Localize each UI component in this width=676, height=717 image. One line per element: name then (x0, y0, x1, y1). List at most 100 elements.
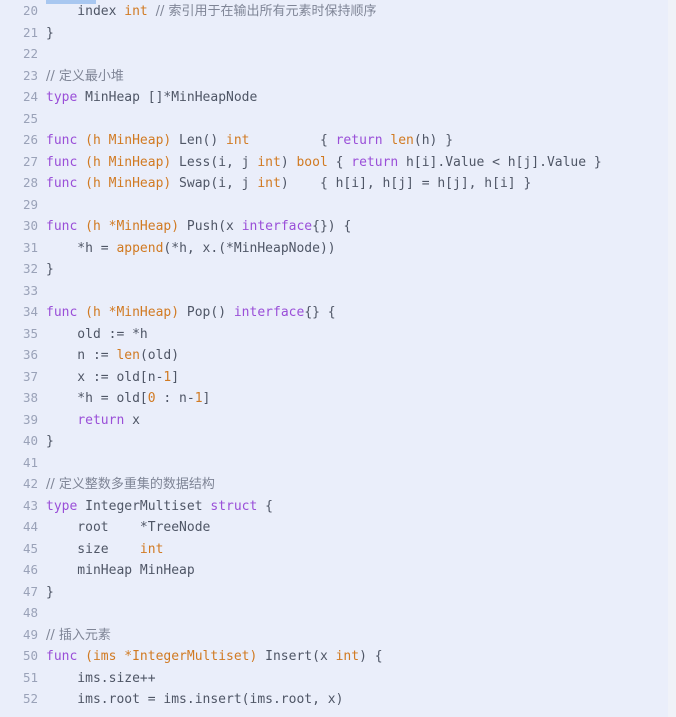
code-line-text[interactable]: x := old[n-1] (38, 367, 676, 389)
line-number: 44 (22, 519, 38, 534)
code-line[interactable]: 26 func (h MinHeap) Len() int { return le… (0, 129, 676, 151)
code-line-text[interactable]: minHeap MinHeap (38, 560, 676, 582)
code-line-text[interactable]: return x (38, 410, 676, 432)
code-line[interactable]: 48 (0, 602, 676, 624)
code-line-text[interactable]: root *TreeNode (38, 517, 676, 539)
token-plain: x (124, 412, 140, 428)
code-line[interactable]: 29 (0, 194, 676, 216)
token-plain: Swap(i, j (171, 176, 258, 191)
code-line[interactable]: 30 func (h *MinHeap) Push(x interface{}) … (0, 215, 676, 237)
code-line[interactable]: 44 root *TreeNode (0, 516, 676, 538)
token-kw: return (335, 133, 383, 148)
code-line[interactable]: 39 return x (0, 409, 676, 431)
token-builtin: append (116, 240, 164, 256)
token-type: (h MinHeap) (85, 154, 172, 170)
code-line-text[interactable]: // 插入元素 (38, 625, 676, 647)
code-line-text[interactable]: // 定义最小堆 (38, 66, 676, 88)
code-line[interactable]: 42 // 定义整数多重集的数据结构 (0, 473, 676, 495)
token-plain: Less(i, j (171, 154, 258, 170)
token-plain: *h = (46, 240, 117, 256)
code-line-text[interactable]: n := len(old) (38, 345, 676, 367)
code-line[interactable]: 51 ims.size++ (0, 667, 676, 689)
code-line[interactable]: 25 (0, 108, 676, 130)
line-number: 42 (22, 476, 38, 491)
code-line[interactable]: 24 type MinHeap []*MinHeapNode (0, 86, 676, 108)
token-plain: {} { (304, 305, 336, 320)
code-line-text[interactable]: func (h *MinHeap) Pop() interface{} { (38, 302, 676, 324)
code-lines-container[interactable]: 20 index int // 索引用于在输出所有元素时保持顺序 21} 22 23/… (0, 0, 676, 710)
token-kw: type (46, 498, 78, 514)
token-kw: func (46, 154, 78, 170)
code-line[interactable]: 41 (0, 452, 676, 474)
code-line[interactable]: 31 *h = append(*h, x.(*MinHeapNode)) (0, 237, 676, 259)
token-comment: // 插入元素 (46, 627, 111, 643)
line-number: 39 (22, 411, 38, 427)
code-line-text[interactable]: ims.size++ (38, 668, 676, 690)
code-line[interactable]: 38 *h = old[0 : n-1] (0, 387, 676, 409)
code-line[interactable]: 46 minHeap MinHeap (0, 559, 676, 581)
code-line[interactable]: 33 (0, 280, 676, 302)
token-builtin: len (116, 348, 140, 363)
code-line[interactable]: 47} (0, 581, 676, 603)
line-number: 29 (22, 196, 38, 212)
token-plain: index (46, 4, 125, 19)
line-number: 33 (22, 282, 38, 298)
token-plain: {}) { (312, 219, 352, 234)
code-line-text[interactable]: func (h MinHeap) Len() int { return len(… (38, 130, 676, 152)
code-line-text[interactable]: } (38, 431, 676, 453)
code-line[interactable]: 32} (0, 258, 676, 280)
code-line[interactable]: 28 func (h MinHeap) Swap(i, j int) { h[i]… (0, 172, 676, 194)
code-line[interactable]: 40} (0, 430, 676, 452)
code-line[interactable]: 36 n := len(old) (0, 344, 676, 366)
code-line[interactable]: 35 old := *h (0, 323, 676, 345)
code-line-text[interactable]: func (h MinHeap) Less(i, j int) bool { r… (38, 152, 676, 174)
token-kw: interface (241, 219, 313, 234)
code-line-text[interactable]: ims.root = ims.insert(ims.root, x) (38, 689, 676, 711)
vertical-scrollbar[interactable] (668, 0, 676, 717)
code-line-text[interactable]: old := *h (38, 324, 676, 346)
code-line-text[interactable]: } (38, 23, 676, 45)
code-line-text[interactable]: } (38, 582, 676, 604)
code-line[interactable]: 50 func (ims *IntegerMultiset) Insert(x i… (0, 645, 676, 667)
code-line[interactable]: 34 func (h *MinHeap) Pop() interface{} { (0, 301, 676, 323)
code-line-text[interactable]: } (38, 259, 676, 281)
token-type: int (139, 541, 164, 557)
token-plain: ] (171, 369, 180, 385)
token-comment: // 索引用于在输出所有元素时保持顺序 (155, 4, 377, 19)
code-line-text[interactable]: index int // 索引用于在输出所有元素时保持顺序 (38, 1, 676, 23)
code-line-text[interactable]: func (ims *IntegerMultiset) Insert(x int… (38, 646, 676, 668)
code-line[interactable]: 21} (0, 22, 676, 44)
line-number: 25 (22, 110, 38, 126)
line-number: 40 (22, 433, 38, 448)
code-line[interactable]: 20 index int // 索引用于在输出所有元素时保持顺序 (0, 0, 676, 22)
line-number: 47 (22, 583, 38, 599)
line-number: 43 (22, 497, 38, 513)
line-number: 49 (22, 626, 38, 642)
code-line[interactable]: 45 size int (0, 538, 676, 560)
code-line[interactable]: 49 // 插入元素 (0, 624, 676, 646)
code-editor[interactable]: 20 index int // 索引用于在输出所有元素时保持顺序 21} 22 23/… (0, 0, 676, 717)
code-line[interactable]: 22 (0, 43, 676, 65)
code-line-text[interactable]: *h = append(*h, x.(*MinHeapNode)) (38, 238, 676, 260)
code-line[interactable]: 37 x := old[n-1] (0, 366, 676, 388)
code-line-text[interactable]: *h = old[0 : n-1] (38, 388, 676, 410)
code-line-text[interactable]: func (h *MinHeap) Push(x interface{}) { (38, 216, 676, 238)
code-line-text[interactable]: type MinHeap []*MinHeapNode (38, 87, 676, 109)
token-type: int (257, 154, 281, 170)
token-type: (h *MinHeap) (85, 305, 180, 320)
code-line-text[interactable]: type IntegerMultiset struct { (38, 496, 676, 518)
token-type: (h *MinHeap) (85, 219, 180, 234)
code-line[interactable]: 27 func (h MinHeap) Less(i, j int) bool {… (0, 151, 676, 173)
code-line[interactable]: 43 type IntegerMultiset struct { (0, 495, 676, 517)
code-line-text[interactable]: // 定义整数多重集的数据结构 (38, 474, 676, 496)
line-number: 30 (22, 218, 38, 233)
code-line[interactable]: 52 ims.root = ims.insert(ims.root, x) (0, 688, 676, 710)
code-line-text[interactable]: size int (38, 539, 676, 561)
token-kw: return (351, 154, 399, 170)
token-plain: Pop() (179, 305, 234, 320)
code-line[interactable]: 23 // 定义最小堆 (0, 65, 676, 87)
code-line-text[interactable]: func (h MinHeap) Swap(i, j int) { h[i], … (38, 173, 676, 195)
token-plain: (old) (139, 348, 180, 363)
